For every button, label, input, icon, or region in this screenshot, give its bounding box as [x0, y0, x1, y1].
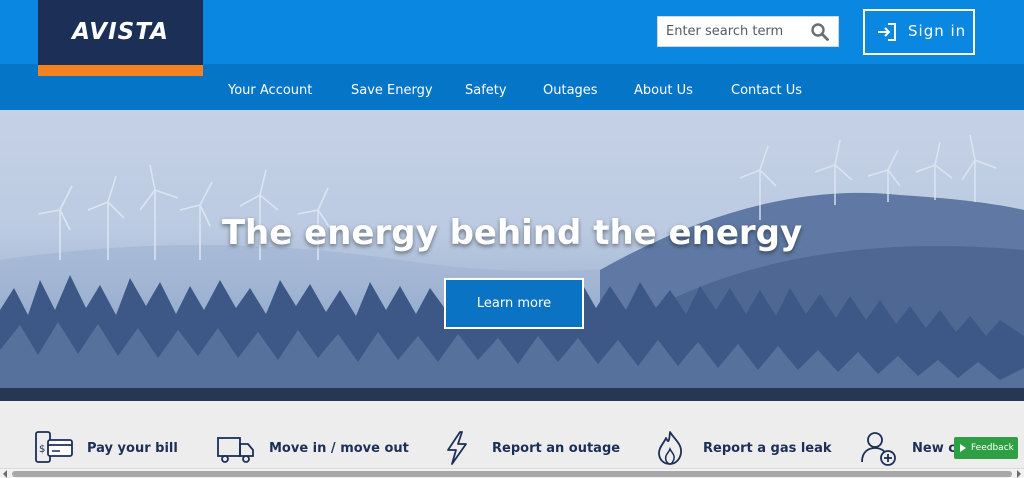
nav-item-your-account[interactable]: Your Account — [228, 83, 312, 98]
svg-text:$: $ — [39, 444, 45, 455]
quick-link-pay-bill[interactable]: $ Pay your bill — [34, 401, 178, 468]
search-box — [657, 16, 839, 47]
logo-text: AVISTA — [72, 19, 169, 45]
logo-orange-stripe — [38, 65, 203, 76]
quick-link-label: Pay your bill — [87, 441, 178, 456]
quick-link-label: Move in / move out — [269, 441, 409, 456]
scroll-left-arrow-icon[interactable] — [3, 470, 7, 478]
sign-in-icon — [878, 23, 896, 41]
quick-link-gas-leak[interactable]: Report a gas leak — [655, 401, 832, 468]
search-icon[interactable] — [811, 23, 829, 41]
nav-item-about-us[interactable]: About Us — [634, 83, 693, 98]
add-user-icon — [861, 432, 896, 466]
nav-item-outages[interactable]: Outages — [543, 83, 598, 98]
quick-link-label: Report a gas leak — [703, 441, 832, 456]
quick-link-report-outage[interactable]: Report an outage — [444, 401, 620, 468]
learn-more-button[interactable]: Learn more — [444, 278, 584, 329]
nav-item-safety[interactable]: Safety — [465, 83, 507, 98]
lightning-bolt-icon — [447, 431, 467, 465]
avista-logo[interactable]: AVISTA — [38, 0, 203, 76]
hero-banner: The energy behind the energy Learn more — [0, 110, 1024, 401]
quick-link-label: Report an outage — [492, 441, 621, 456]
horizontal-scrollbar[interactable] — [0, 468, 1024, 478]
sign-in-button[interactable]: Sign in — [863, 9, 975, 55]
quick-links-bar: $ Pay your bill Move in / move out Repor… — [0, 401, 1024, 468]
bill-payment-icon: $ — [35, 431, 73, 463]
quick-link-move[interactable]: Move in / move out — [216, 401, 409, 468]
feedback-button[interactable]: Feedback — [954, 437, 1018, 459]
flame-icon — [658, 431, 682, 465]
moving-truck-icon — [217, 437, 254, 463]
play-icon — [960, 444, 966, 452]
hero-bottom-shade — [0, 388, 1024, 401]
feedback-label: Feedback — [971, 443, 1014, 453]
scroll-right-arrow-icon[interactable] — [1017, 470, 1021, 478]
search-input[interactable] — [658, 17, 808, 46]
nav-item-contact-us[interactable]: Contact Us — [731, 83, 802, 98]
nav-item-save-energy[interactable]: Save Energy — [351, 83, 433, 98]
hero-background-image — [0, 134, 1024, 401]
hero-title: The energy behind the energy — [221, 213, 803, 253]
scrollbar-thumb[interactable] — [12, 471, 1012, 477]
sign-in-label: Sign in — [908, 22, 967, 40]
